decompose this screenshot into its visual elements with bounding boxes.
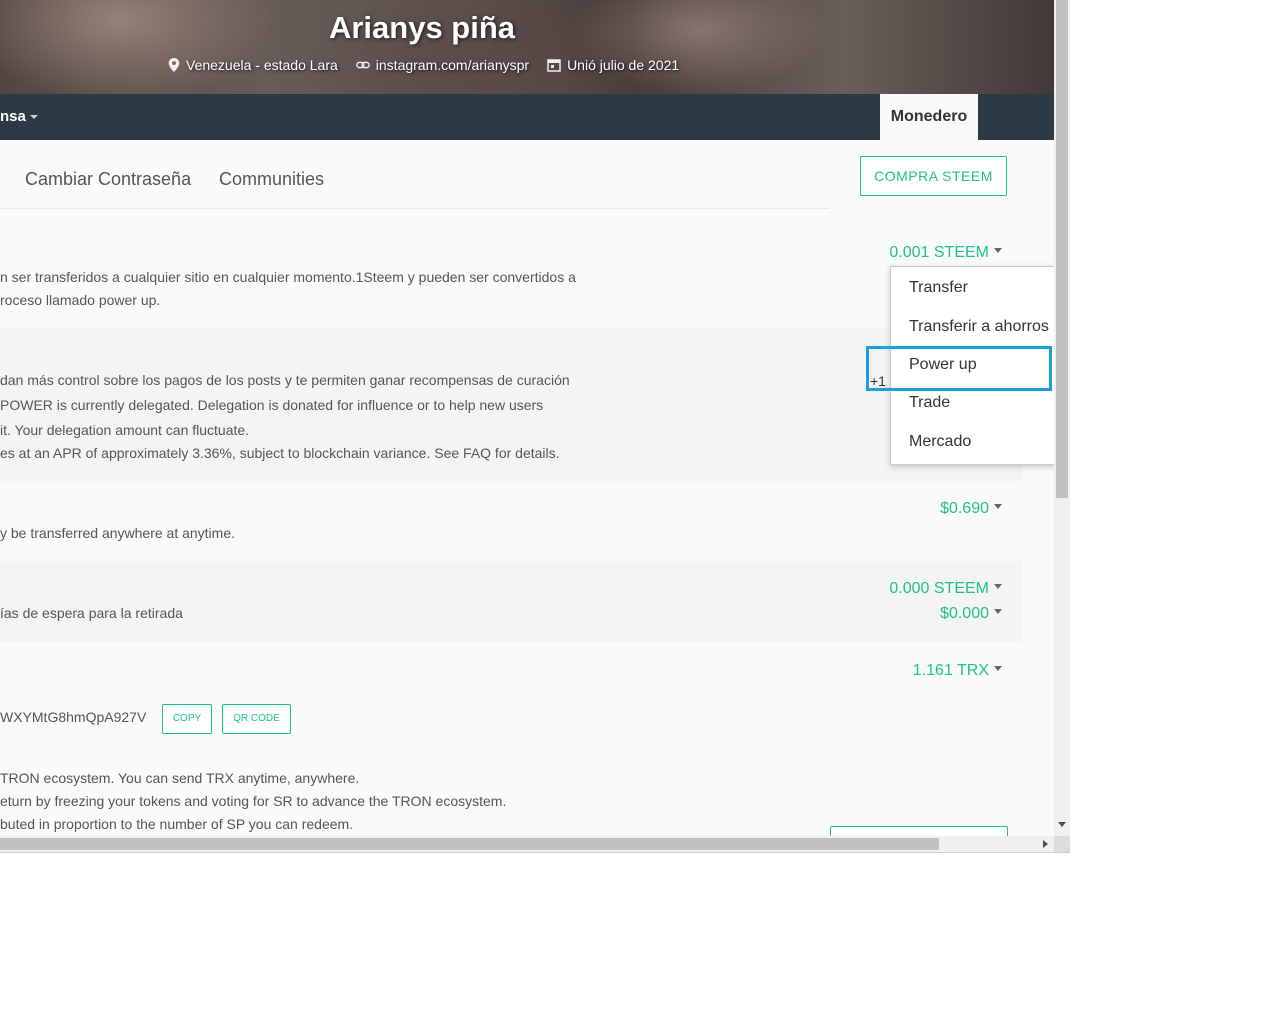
- sp-desc-3: it. Your delegation amount can fluctuate…: [0, 422, 250, 438]
- profile-meta: Venezuela - estado Lara instagram.com/ar…: [168, 57, 679, 73]
- website-link[interactable]: instagram.com/arianyspr: [376, 57, 529, 73]
- sbd-desc: y be transferred anywhere at anytime.: [0, 525, 236, 541]
- steem-dollars-row: $0.690 y be transferred anywhere at anyt…: [0, 481, 1022, 561]
- link-icon: [355, 61, 370, 69]
- sbd-amount: $0.690: [940, 500, 989, 517]
- sp-desc-4: es at an APR of approximately 3.36%, sub…: [0, 445, 560, 461]
- savings-row: 0.000 STEEM $0.000 ías de espera para la…: [0, 561, 1022, 642]
- menu-item-market[interactable]: Mercado: [909, 433, 971, 451]
- location-pin-icon: [168, 58, 180, 72]
- scroll-right-arrow-icon[interactable]: [1043, 840, 1048, 848]
- tron-address: WXYMtG8hmQpA927V: [0, 709, 147, 725]
- savings-usd-amount: $0.000: [940, 605, 989, 622]
- joined-text: Unió julio de 2021: [567, 57, 680, 73]
- caret-down-icon: [29, 115, 38, 120]
- vertical-scroll-thumb[interactable]: [1056, 0, 1068, 498]
- steem-desc-1: n ser transferidos a cualquier sitio en …: [0, 269, 576, 285]
- caret-down-icon: [994, 584, 1002, 590]
- trx-amount: 1.161 TRX: [912, 662, 989, 679]
- location-text: Venezuela - estado Lara: [186, 57, 338, 73]
- wallet-subnav: Cambiar Contraseña Communities: [0, 140, 830, 209]
- steem-row: 0.001 STEEM n ser transferidos a cualqui…: [0, 228, 1022, 328]
- steem-amount: 0.001 STEEM: [889, 244, 989, 261]
- profile-navbar: nsa Monedero: [0, 94, 1054, 140]
- profile-location: Venezuela - estado Lara: [168, 57, 338, 73]
- power-up-highlight: [866, 346, 1052, 391]
- calendar-icon: [547, 59, 561, 72]
- copy-address-button[interactable]: COPY: [162, 704, 212, 734]
- tron-desc-3: buted in proportion to the number of SP …: [0, 816, 354, 832]
- menu-item-trade[interactable]: Trade: [909, 394, 950, 412]
- profile-cover: Arianys piña Venezuela - estado Lara ins…: [0, 0, 1054, 94]
- sbd-amount-dropdown[interactable]: $0.690: [940, 500, 1002, 518]
- horizontal-scroll-thumb[interactable]: [0, 838, 939, 850]
- sp-desc-1: dan más control sobre los pagos de los p…: [0, 372, 570, 388]
- profile-name-wrap: Arianys piña: [0, 10, 1054, 46]
- steem-desc-2: roceso llamado power up.: [0, 292, 161, 308]
- change-password-link[interactable]: Cambiar Contraseña: [25, 169, 191, 190]
- nav-dropdown-label: nsa: [0, 108, 26, 125]
- viewport-bottom-border: [0, 852, 1070, 853]
- savings-steem-amount: 0.000 STEEM: [889, 580, 989, 597]
- tab-wallet[interactable]: Monedero: [880, 94, 978, 140]
- caret-down-icon: [994, 248, 1002, 254]
- savings-steem-dropdown[interactable]: 0.000 STEEM: [889, 580, 1002, 598]
- profile-joined: Unió julio de 2021: [547, 57, 679, 73]
- profile-name: Arianys piña: [328, 10, 516, 45]
- horizontal-scrollbar[interactable]: [0, 836, 1054, 852]
- caret-down-icon: [994, 504, 1002, 510]
- savings-desc: ías de espera para la retirada: [0, 605, 183, 621]
- partial-action-button[interactable]: [830, 826, 1008, 836]
- tron-desc-1: TRON ecosystem. You can send TRX anytime…: [0, 770, 360, 786]
- profile-website[interactable]: instagram.com/arianyspr: [355, 57, 529, 73]
- menu-item-transfer-to-savings[interactable]: Transferir a ahorros: [909, 318, 1049, 336]
- wallet-main: Cambiar Contraseña Communities COMPRA ST…: [0, 140, 1054, 836]
- tron-desc-2: eturn by freezing your tokens and voting…: [0, 793, 507, 809]
- caret-down-icon: [994, 666, 1002, 672]
- menu-item-transfer[interactable]: Transfer: [909, 279, 968, 297]
- browser-viewport: Arianys piña Venezuela - estado Lara ins…: [0, 0, 1054, 836]
- vertical-scrollbar[interactable]: [1054, 0, 1070, 836]
- sp-desc-2: POWER is currently delegated. Delegation…: [0, 397, 544, 413]
- scrollbar-corner: [1054, 836, 1070, 852]
- qr-code-button[interactable]: QR CODE: [222, 704, 291, 734]
- buy-steem-button[interactable]: COMPRA STEEM: [860, 156, 1007, 196]
- caret-down-icon: [994, 609, 1002, 615]
- tron-row: 1.161 TRX WXYMtG8hmQpA927V TRON ecosyste…: [0, 642, 1022, 836]
- savings-usd-dropdown[interactable]: $0.000: [940, 605, 1002, 623]
- nav-dropdown-partial[interactable]: nsa: [0, 108, 38, 125]
- communities-link[interactable]: Communities: [219, 169, 324, 190]
- steem-amount-dropdown[interactable]: 0.001 STEEM: [889, 244, 1002, 262]
- trx-amount-dropdown[interactable]: 1.161 TRX: [913, 662, 1002, 680]
- scroll-down-arrow-icon[interactable]: [1058, 822, 1066, 827]
